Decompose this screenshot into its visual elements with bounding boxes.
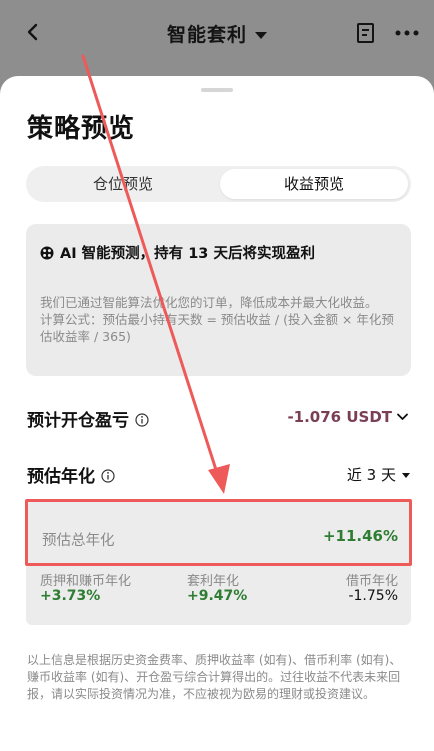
- strategy-preview-sheet: 策略预览 仓位预览 收益预览 AI 智能预测，持有 13 天后将实现盈利 我们已…: [0, 76, 434, 751]
- period-select[interactable]: 近 3 天: [347, 464, 410, 485]
- annotation-highlight-box: [25, 499, 412, 566]
- pnl-value-toggle[interactable]: -1.076 USDT: [287, 408, 408, 426]
- staking-apr-label: 质押和赚币年化: [40, 574, 132, 589]
- arbitrage-apr-label: 套利年化: [187, 574, 240, 589]
- pnl-row-label: 预计开仓盈亏: [27, 406, 149, 431]
- apr-label: 预估年化: [27, 467, 95, 487]
- preview-tabs: 仓位预览 收益预览: [26, 166, 411, 202]
- period-select-label: 近 3 天: [346, 466, 396, 484]
- ai-description: 我们已通过智能算法优化您的订单，降低成本并最大化收益。 计算公式：预估最小持有天…: [40, 294, 400, 345]
- ai-headline-row: AI 智能预测，持有 13 天后将实现盈利: [40, 242, 315, 263]
- borrow-apr-label: 借币年化: [345, 574, 398, 589]
- staking-apr-value: +3.73%: [40, 588, 101, 604]
- ai-headline: AI 智能预测，持有 13 天后将实现盈利: [60, 246, 315, 262]
- screen: 智能套利 策略预览 仓位预览 收益预览 AI 智能预测，持有 13 天后将实现盈…: [0, 0, 434, 751]
- chevron-down-icon: [397, 413, 408, 420]
- caret-down-icon: [402, 473, 410, 478]
- info-icon[interactable]: [135, 413, 149, 427]
- document-icon[interactable]: [356, 22, 376, 44]
- top-app-bar: 智能套利: [0, 0, 434, 70]
- ai-description-line: 我们已通过智能算法优化您的订单，降低成本并最大化收益。: [40, 295, 378, 310]
- caret-down-icon: [255, 32, 267, 39]
- info-icon[interactable]: [101, 469, 115, 483]
- ai-icon: [40, 246, 54, 260]
- ai-prediction-card: AI 智能预测，持有 13 天后将实现盈利 我们已通过智能算法优化您的订单，降低…: [26, 224, 411, 376]
- ai-formula-line: 计算公式：预估最小持有天数 = 预估收益 / (投入金额 × 年化预估收益率 /…: [40, 312, 394, 344]
- app-title-label: 智能套利: [166, 24, 247, 46]
- tab-yield-preview[interactable]: 收益预览: [220, 169, 408, 199]
- arbitrage-apr-value: +9.47%: [187, 588, 248, 604]
- apr-row-label: 预估年化: [27, 462, 115, 487]
- sheet-grabber[interactable]: [201, 88, 233, 92]
- borrow-apr-value: -1.75%: [348, 588, 398, 604]
- disclaimer-text: 以上信息是根据历史资金费率、质押收益率 (如有)、借币利率 (如有)、赚币收益率…: [27, 653, 402, 701]
- pnl-label: 预计开仓盈亏: [27, 411, 129, 431]
- tab-position-preview[interactable]: 仓位预览: [29, 169, 217, 199]
- pnl-value: -1.076 USDT: [287, 408, 392, 426]
- more-dots-icon[interactable]: [395, 30, 419, 36]
- sheet-title: 策略预览: [27, 114, 136, 144]
